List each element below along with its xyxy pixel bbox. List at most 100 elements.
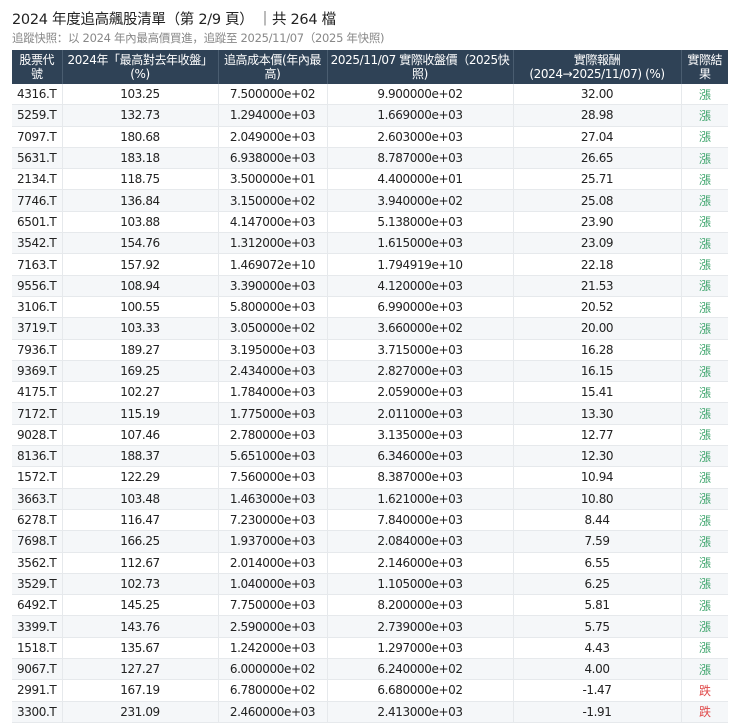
table-row: 7172.T 115.19 1.775000e+03 2.011000e+03 13.3… [12,402,728,425]
close-cell: 2.603000e+03 [326,126,513,148]
ticker-cell: 6501.T [12,211,62,234]
result-cell: 漲 [680,615,728,638]
high-pct-cell: 136.84 [61,189,218,212]
result-cell: 漲 [680,147,728,170]
high-pct-cell: 107.46 [61,424,218,447]
ticker-cell: 3529.T [12,573,62,596]
cost-cell: 2.460000e+03 [217,701,327,723]
high-pct-cell: 127.27 [61,658,218,681]
table-row: 9369.T 169.25 2.434000e+03 2.827000e+03 16.1… [12,360,728,383]
return-cell: 20.00 [512,317,681,340]
ticker-cell: 8136.T [12,445,62,468]
close-cell: 1.297000e+03 [326,637,513,660]
return-cell: 21.53 [512,275,681,297]
ticker-cell: 6278.T [12,509,62,532]
ticker-cell: 9028.T [12,424,62,447]
table-row: 3542.T 154.76 1.312000e+03 1.615000e+03 23.0… [12,232,728,255]
table-row: 3663.T 103.48 1.463000e+03 1.621000e+03 10.8… [12,488,728,510]
cost-cell: 4.147000e+03 [217,211,327,234]
cost-cell: 1.040000e+03 [217,573,327,596]
close-cell: 3.660000e+02 [326,317,513,340]
high-pct-cell: 103.48 [61,488,218,510]
cost-cell: 1.294000e+03 [217,104,327,127]
close-cell: 5.138000e+03 [326,211,513,234]
return-cell: 23.90 [512,211,681,234]
table-row: 3562.T 112.67 2.014000e+03 2.146000e+03 6.55… [12,552,728,574]
table-row: 6278.T 116.47 7.230000e+03 7.840000e+03 8.44… [12,509,728,532]
cost-cell: 3.050000e+02 [217,317,327,340]
high-pct-cell: 189.27 [61,339,218,361]
high-pct-cell: 143.76 [61,615,218,638]
ticker-cell: 2134.T [12,168,62,191]
return-cell: 16.28 [512,339,681,361]
cost-cell: 1.463000e+03 [217,488,327,510]
ticker-cell: 3542.T [12,232,62,255]
table-row: 3106.T 100.55 5.800000e+03 6.990000e+03 20.5… [12,296,728,319]
return-cell: 6.25 [512,573,681,596]
cost-cell: 1.775000e+03 [217,402,327,425]
return-cell: 6.55 [512,552,681,574]
table-row: 7097.T 180.68 2.049000e+03 2.603000e+03 27.0… [12,126,728,148]
close-cell: 1.105000e+03 [326,573,513,596]
table-row: 9028.T 107.46 2.780000e+03 3.135000e+03 12.7… [12,424,728,447]
return-cell: 20.52 [512,296,681,319]
column-header-ticker[interactable]: 股票代號 [12,50,62,84]
result-cell: 漲 [680,275,728,297]
column-header-result[interactable]: 實際結果 [680,50,728,84]
table-row: 9067.T 127.27 6.000000e+02 6.240000e+02 4.00… [12,658,728,681]
cost-cell: 2.434000e+03 [217,360,327,383]
cost-cell: 6.000000e+02 [217,658,327,681]
result-cell: 漲 [680,296,728,319]
high-pct-cell: 166.25 [61,530,218,553]
high-pct-cell: 103.25 [61,84,218,106]
cost-cell: 6.938000e+03 [217,147,327,170]
ticker-cell: 7163.T [12,253,62,276]
page-subtitle: 追蹤快照：以 2024 年內最高價買進，追蹤至 2025/11/07（2025 … [12,31,385,45]
ticker-cell: 7172.T [12,402,62,425]
return-cell: 8.44 [512,509,681,532]
result-cell: 跌 [680,679,728,702]
table-row: 3719.T 103.33 3.050000e+02 3.660000e+02 20.0… [12,317,728,340]
return-cell: 13.30 [512,402,681,425]
close-cell: 2.084000e+03 [326,530,513,553]
return-cell: 26.65 [512,147,681,170]
close-cell: 3.715000e+03 [326,339,513,361]
high-pct-cell: 132.73 [61,104,218,127]
ticker-cell: 5631.T [12,147,62,170]
close-cell: 7.840000e+03 [326,509,513,532]
cost-cell: 1.784000e+03 [217,381,327,404]
table-header-row: 股票代號 2024年「最高對去年收盤」(%) 追高成本價(年內最高) 2025/… [12,50,728,84]
cost-cell: 2.590000e+03 [217,615,327,638]
table-row: 2991.T 167.19 6.780000e+02 6.680000e+02 -1.4… [12,679,728,702]
column-header-return[interactable]: 實際報酬 (2024→2025/11/07) (%) [512,50,681,84]
column-header-cost[interactable]: 追高成本價(年內最高) [217,50,327,84]
result-cell: 漲 [680,573,728,596]
column-header-close[interactable]: 2025/11/07 實際收盤價（2025快照) [326,50,513,84]
close-cell: 1.615000e+03 [326,232,513,255]
high-pct-cell: 118.75 [61,168,218,191]
close-cell: 8.787000e+03 [326,147,513,170]
result-cell: 漲 [680,232,728,255]
ticker-cell: 9556.T [12,275,62,297]
result-cell: 漲 [680,594,728,617]
result-cell: 漲 [680,84,728,106]
close-cell: 6.990000e+03 [326,296,513,319]
table-row: 6501.T 103.88 4.147000e+03 5.138000e+03 23.9… [12,211,728,234]
result-cell: 漲 [680,402,728,425]
table-row: 9556.T 108.94 3.390000e+03 4.120000e+03 21.5… [12,275,728,297]
return-cell: 25.08 [512,189,681,212]
high-pct-cell: 231.09 [61,701,218,723]
ticker-cell: 7698.T [12,530,62,553]
cost-cell: 5.800000e+03 [217,296,327,319]
cost-cell: 1.469072e+10 [217,253,327,276]
table-row: 3399.T 143.76 2.590000e+03 2.739000e+03 5.75… [12,615,728,638]
ticker-cell: 7936.T [12,339,62,361]
ticker-cell: 3106.T [12,296,62,319]
high-pct-cell: 112.67 [61,552,218,574]
close-cell: 6.680000e+02 [326,679,513,702]
return-cell: 4.43 [512,637,681,660]
close-cell: 2.413000e+03 [326,701,513,723]
column-header-high-pct[interactable]: 2024年「最高對去年收盤」(%) [61,50,218,84]
result-cell: 漲 [680,126,728,148]
ticker-cell: 1518.T [12,637,62,660]
